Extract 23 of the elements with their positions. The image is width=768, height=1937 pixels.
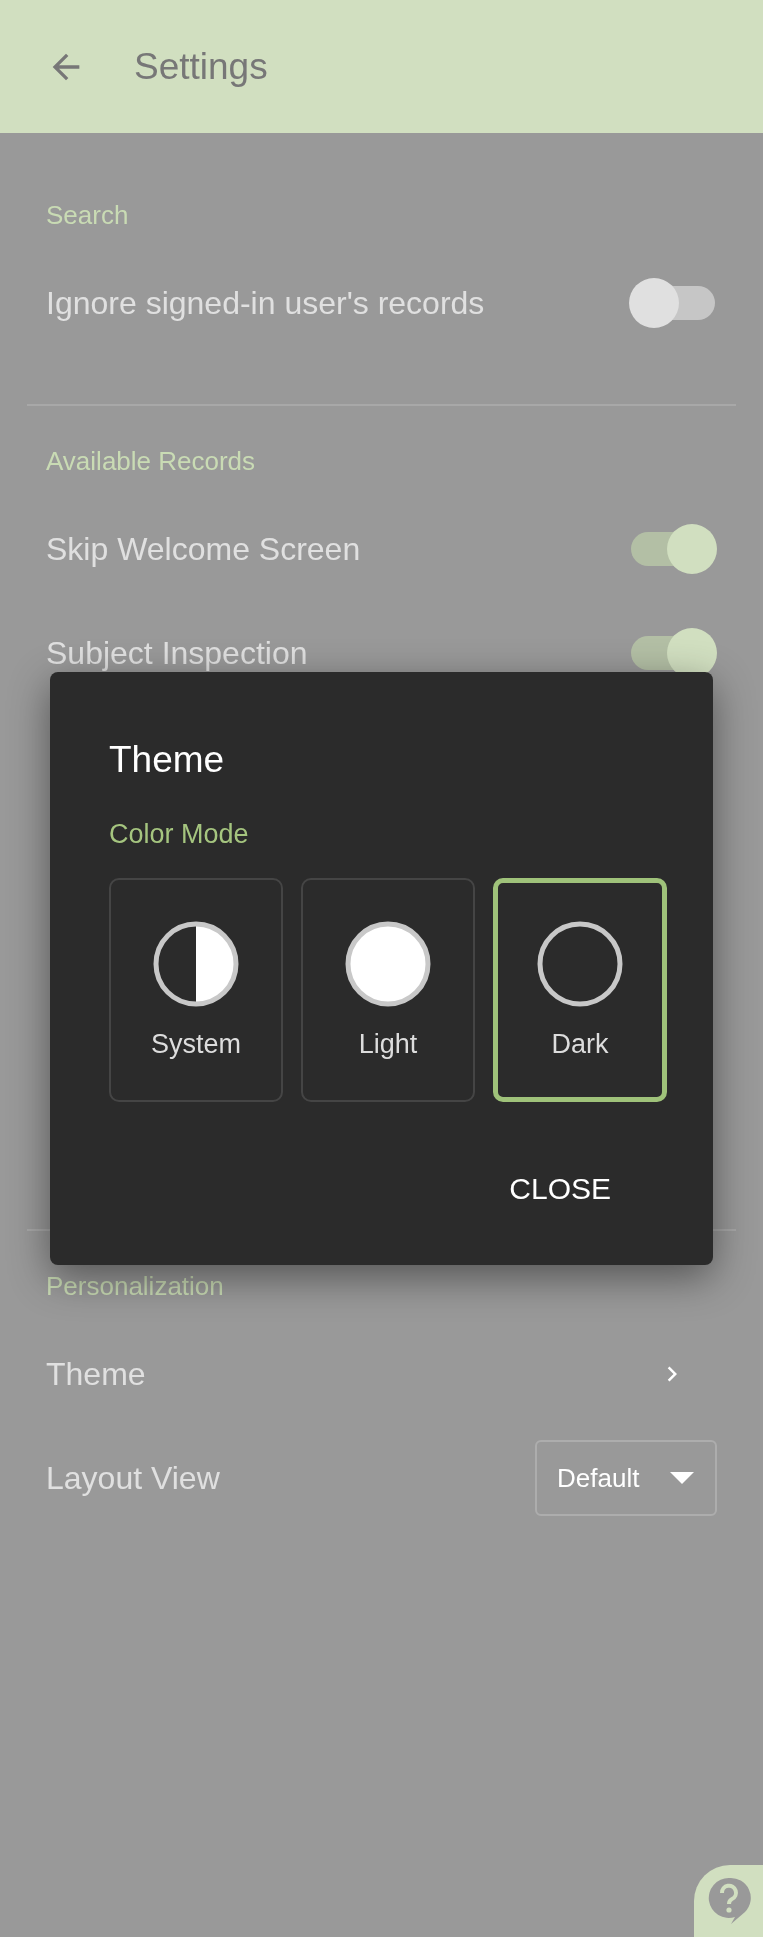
toggle-switch[interactable]	[629, 524, 717, 574]
circle-outline-icon	[536, 920, 624, 1008]
section-title: Search	[46, 198, 130, 232]
page-title: Settings	[134, 44, 268, 89]
color-mode-option[interactable]: Light	[301, 878, 475, 1102]
section-title: Available Records	[46, 444, 257, 478]
help-icon	[706, 1876, 751, 1926]
setting-label: Subject Inspection	[46, 636, 308, 670]
dialog-subtitle: Color Mode	[109, 817, 250, 851]
setting-label: Theme	[46, 1357, 146, 1391]
dialog-title: Theme	[109, 738, 226, 782]
color-mode-option[interactable]: Dark	[493, 878, 667, 1102]
color-mode-option[interactable]: System	[109, 878, 283, 1102]
help-button[interactable]	[694, 1865, 763, 1937]
filled-circle-icon	[344, 920, 432, 1008]
section-title: Personalization	[46, 1269, 225, 1303]
setting-label: Skip Welcome Screen	[46, 532, 361, 566]
setting-label: Ignore signed-in user's records	[46, 286, 485, 320]
toggle-switch[interactable]	[629, 278, 717, 328]
caret-icon	[669, 1471, 695, 1485]
setting-label: Layout View	[46, 1461, 220, 1495]
half-circle-icon	[152, 920, 240, 1008]
close-button[interactable]: CLOSE	[499, 1160, 621, 1217]
